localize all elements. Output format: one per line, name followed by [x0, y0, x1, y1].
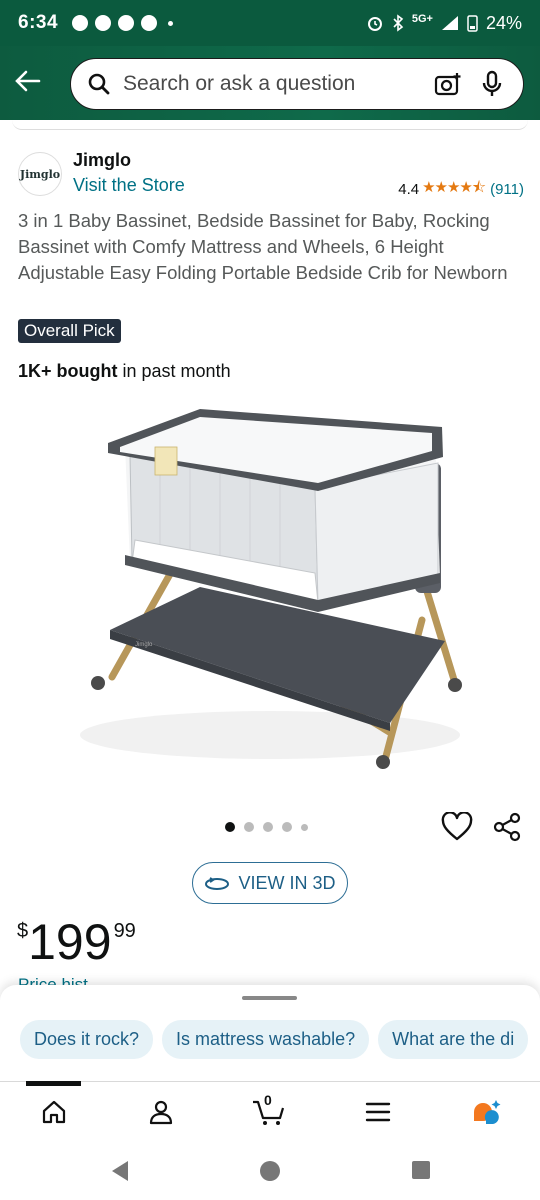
product-title: 3 in 1 Baby Bassinet, Bedside Bassinet f… — [18, 210, 508, 283]
status-right: 5G+ 24% — [366, 13, 522, 34]
search-icon — [88, 73, 110, 95]
more-notifications-dot — [168, 20, 174, 26]
question-chip[interactable]: Does it rock? — [20, 1020, 154, 1059]
notification-icons — [72, 15, 174, 31]
price-whole: 199 — [28, 914, 112, 970]
bought-period: in past month — [122, 361, 231, 381]
question-chips: Does it rock? Is mattress washable? What… — [20, 1020, 529, 1059]
visit-store-link[interactable]: Visit the Store — [73, 175, 185, 196]
network-type: 5G+ — [411, 13, 433, 25]
cart-count: 0 — [264, 1092, 272, 1108]
overall-pick-badge[interactable]: Overall Pick — [18, 319, 121, 343]
heart-icon[interactable] — [441, 812, 473, 842]
brand-logo[interactable]: Jimglo — [18, 152, 62, 196]
rating-summary[interactable]: 4.4 ★★★★⯪ (911) — [398, 177, 524, 202]
snapchat-icon — [141, 15, 158, 31]
nav-menu[interactable] — [358, 1094, 398, 1130]
alarm-icon — [367, 17, 382, 31]
nav-rufus-assistant[interactable] — [467, 1094, 507, 1130]
product-price: $ 199 99 — [17, 912, 136, 972]
product-image[interactable]: Jimglo — [60, 405, 480, 785]
system-recents-icon[interactable] — [410, 1159, 432, 1181]
rating-value: 4.4 — [398, 181, 420, 198]
nav-account[interactable] — [141, 1094, 181, 1130]
bottom-navigation: 0 — [0, 1081, 540, 1141]
status-bar: 6:34 5G+ 24% — [0, 0, 540, 46]
brand-row: Jimglo Jimglo Visit the Store 4.4 ★★★★⯪ … — [18, 150, 526, 200]
status-time: 6:34 — [18, 12, 59, 33]
back-arrow-icon — [15, 70, 41, 92]
system-home-icon[interactable] — [258, 1159, 282, 1183]
rating-count: (911) — [490, 181, 524, 198]
user-icon — [149, 1100, 173, 1125]
camera-search-button[interactable] — [433, 69, 463, 99]
star-rating-icon: ★★★★⯪ — [422, 179, 486, 196]
question-chip[interactable]: What are the di — [378, 1020, 529, 1059]
bought-count: 1K+ bought — [18, 361, 118, 381]
gallery-dot[interactable] — [225, 822, 235, 832]
battery-percent: 24% — [485, 12, 522, 33]
signal-icon — [441, 16, 458, 30]
voice-search-button[interactable] — [477, 69, 507, 99]
bought-in-past-month: 1K+ bought in past month — [18, 361, 231, 382]
search-bar[interactable] — [70, 58, 524, 110]
active-tab-indicator — [26, 1081, 81, 1086]
battery-icon — [467, 15, 478, 32]
product-detail: Jimglo Jimglo Visit the Store 4.4 ★★★★⯪ … — [0, 120, 540, 985]
gallery-dot[interactable] — [244, 822, 254, 832]
rotate-3d-icon — [204, 875, 230, 891]
sheet-drag-handle[interactable] — [242, 996, 297, 1000]
brand-name: Jimglo — [73, 150, 132, 170]
hamburger-menu-icon — [365, 1102, 391, 1122]
view-in-3d-label: VIEW IN 3D — [238, 872, 336, 893]
question-chip[interactable]: Is mattress washable? — [162, 1020, 370, 1059]
product-image-label: Jimglo — [135, 642, 153, 648]
app-header — [0, 46, 540, 120]
rufus-assistant-icon — [474, 1100, 501, 1124]
messenger-icon — [72, 15, 89, 31]
search-input[interactable] — [123, 72, 419, 96]
system-back-icon[interactable] — [108, 1159, 132, 1183]
snapchat-icon — [95, 15, 112, 31]
back-button[interactable] — [10, 63, 46, 99]
price-currency: $ — [17, 920, 29, 942]
gallery-dot[interactable] — [282, 822, 292, 832]
image-gallery-dots[interactable] — [225, 822, 308, 832]
share-icon[interactable] — [493, 812, 523, 842]
nav-home[interactable] — [34, 1094, 74, 1130]
nav-cart[interactable]: 0 — [249, 1092, 289, 1130]
microphone-icon — [482, 70, 502, 96]
gallery-dot[interactable] — [301, 823, 308, 831]
home-icon — [42, 1100, 66, 1124]
ask-question-sheet: Does it rock? Is mattress washable? What… — [0, 985, 540, 1081]
gallery-dot[interactable] — [263, 822, 273, 832]
price-fraction: 99 — [113, 920, 136, 942]
price-history-link[interactable]: Price hist... — [18, 975, 102, 985]
view-in-3d-button[interactable]: VIEW IN 3D — [192, 862, 348, 904]
system-navigation-bar — [0, 1141, 540, 1200]
snapchat-icon — [118, 15, 135, 31]
bluetooth-icon — [393, 14, 404, 32]
previous-section-edge — [12, 120, 528, 130]
camera-icon — [434, 73, 461, 96]
